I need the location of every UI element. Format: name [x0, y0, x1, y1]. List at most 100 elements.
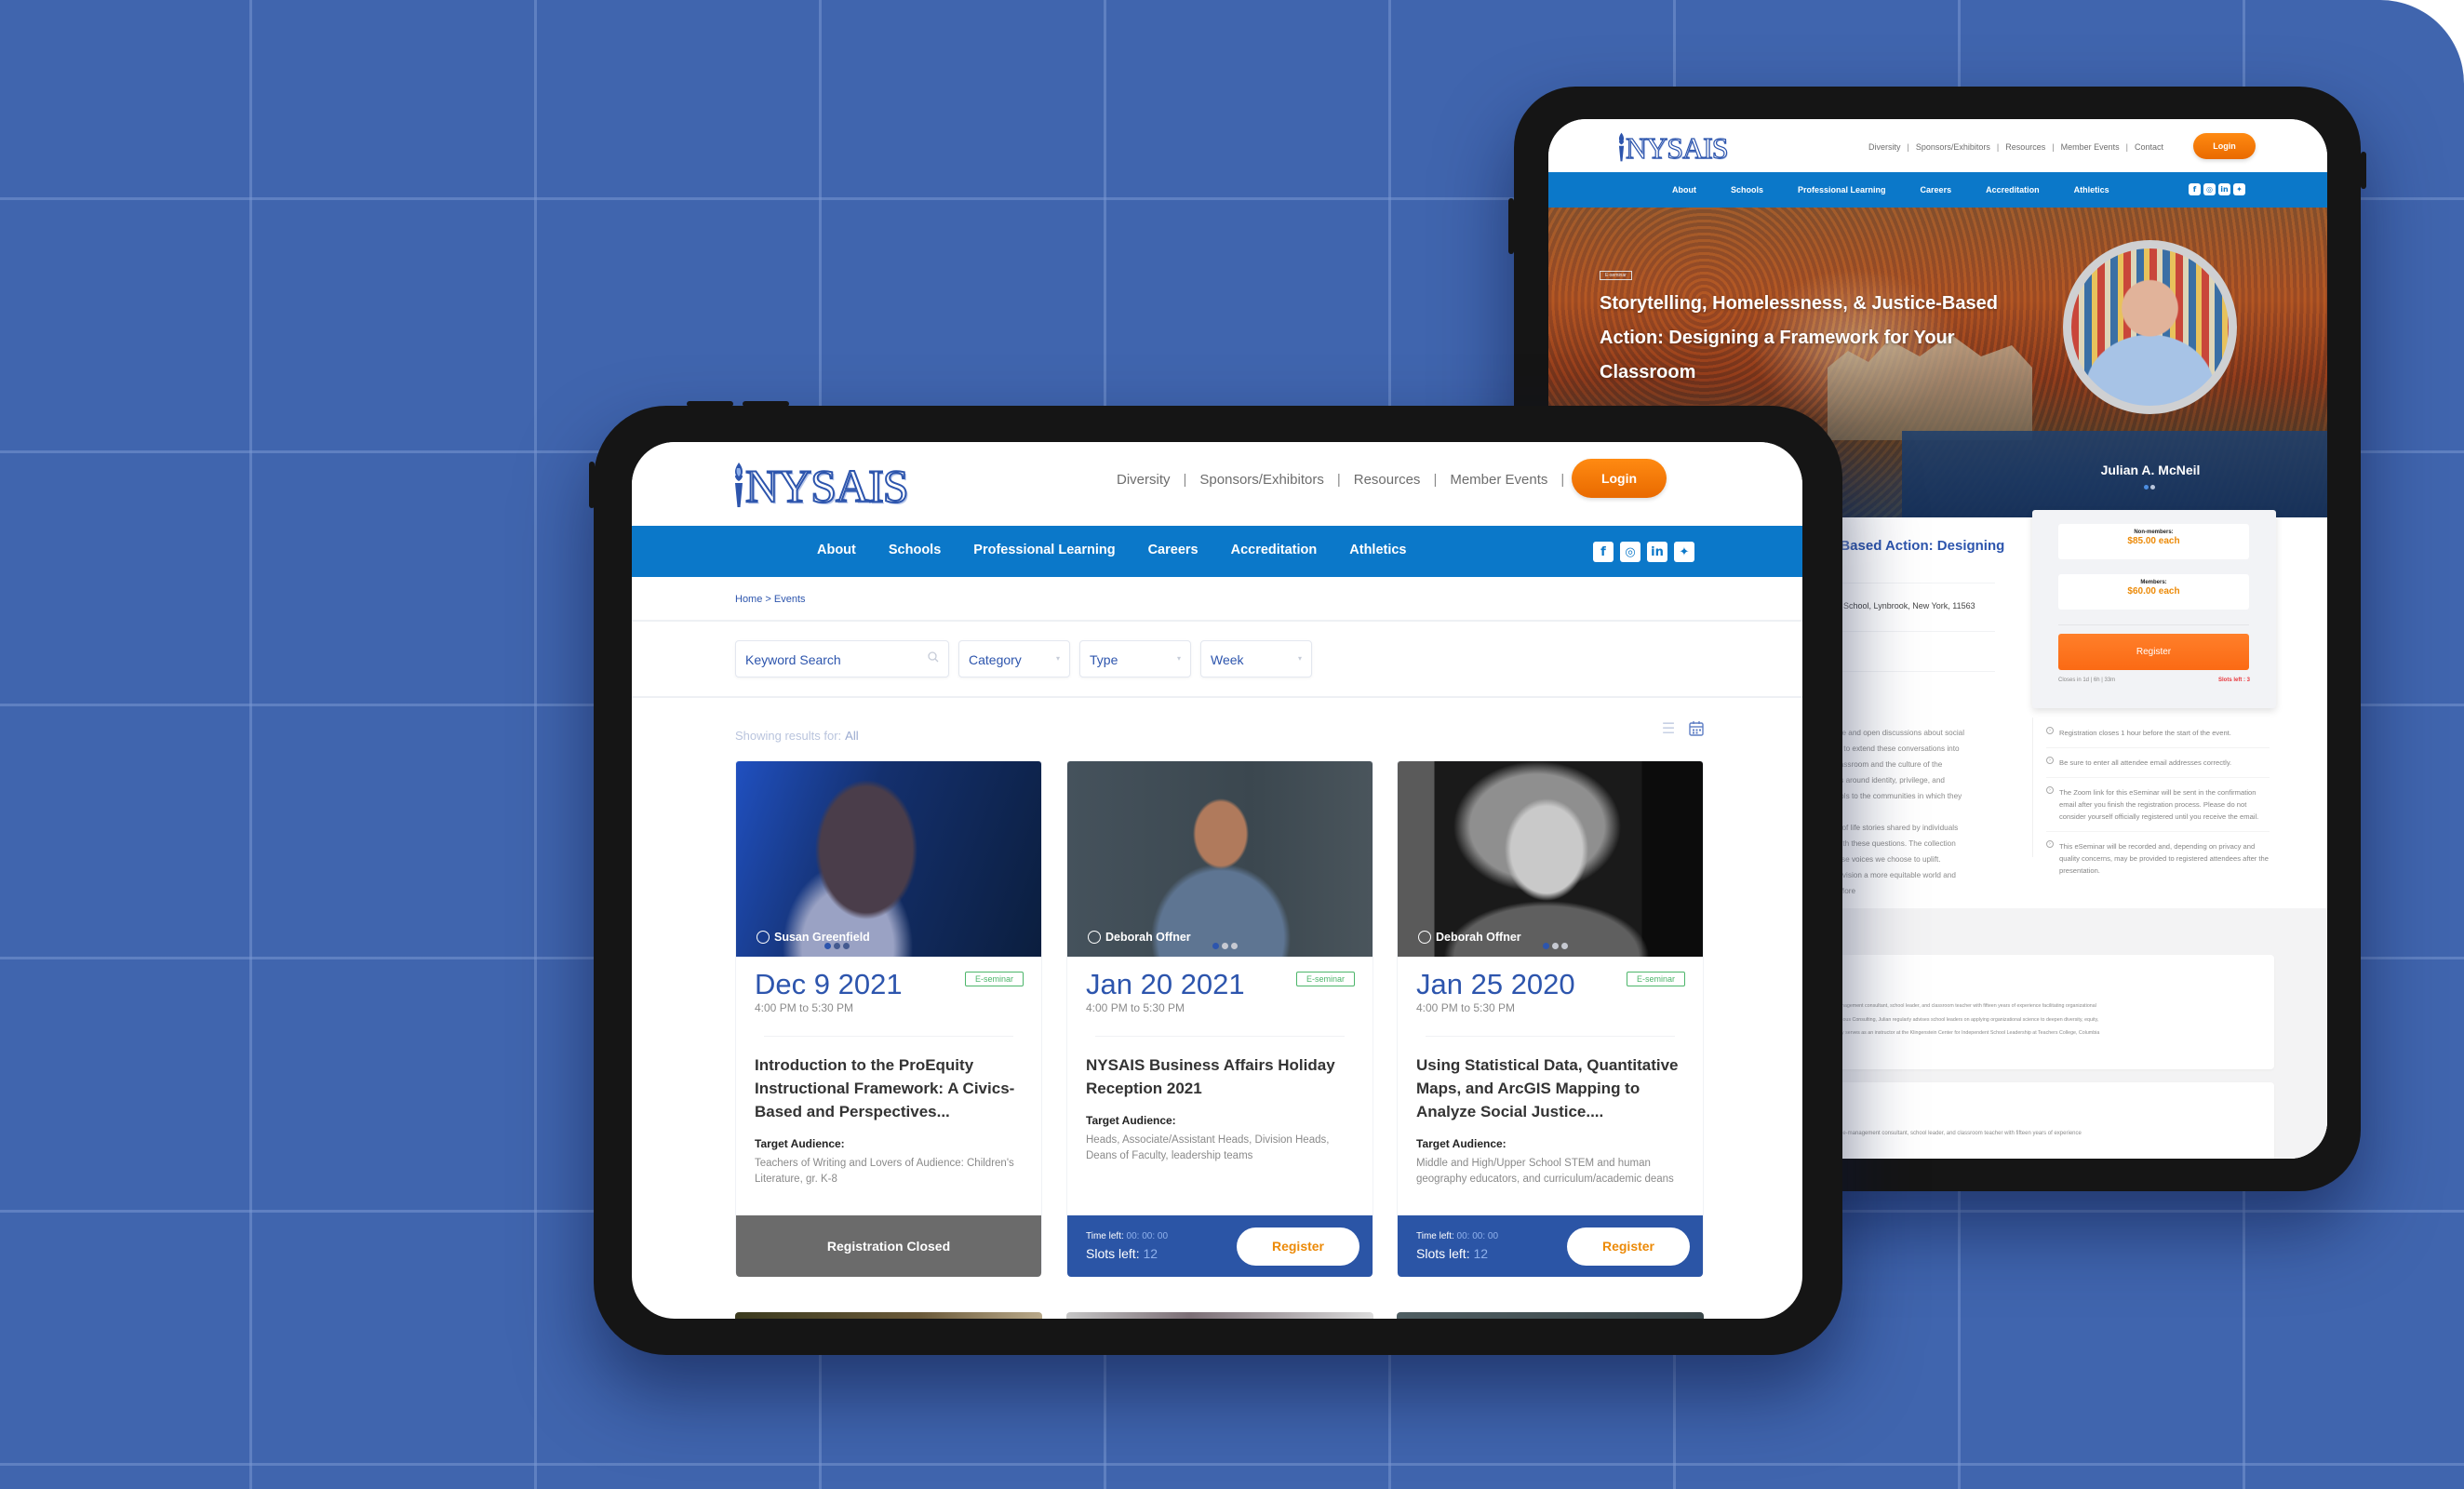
slots-left: Slots left: 12: [1416, 1246, 1488, 1261]
calendar-view-icon[interactable]: [1687, 719, 1706, 738]
info-icon: ›: [2046, 840, 2054, 848]
category-select[interactable]: Category ▾: [958, 640, 1070, 677]
nav-item-schools[interactable]: Schools: [1731, 185, 1763, 195]
nav-item-schools[interactable]: Schools: [889, 543, 941, 557]
util-link-sponsors[interactable]: Sponsors/Exhibitors: [1199, 472, 1323, 488]
carousel-dot[interactable]: [1552, 943, 1559, 949]
event-title[interactable]: NYSAIS Business Affairs Holiday Receptio…: [1086, 1053, 1354, 1100]
event-card[interactable]: Deborah Offner Jan 25 2020 4:00 PM to 5:…: [1397, 760, 1704, 1277]
carousel-dot[interactable]: [824, 943, 831, 949]
bio-line: change-management consultant, school lea…: [1828, 1131, 2082, 1136]
event-title[interactable]: Using Statistical Data, Quantitative Map…: [1416, 1053, 1684, 1123]
event-date: Jan 20 2021: [1086, 968, 1245, 1000]
description-line: how to extend these conversations into: [1828, 744, 1960, 753]
nav-item-accreditation[interactable]: Accreditation: [1986, 185, 2040, 195]
logo-wordmark: NYSAIS: [744, 460, 910, 512]
divider: [1426, 1036, 1675, 1037]
keyword-search-input[interactable]: Keyword Search: [735, 640, 949, 677]
price-amount: $85.00 each: [2127, 536, 2180, 546]
event-time: 4:00 PM to 5:30 PM: [755, 1001, 854, 1014]
divider: [1828, 583, 1995, 584]
nav-item-careers[interactable]: Careers: [1921, 185, 1952, 195]
instagram-icon[interactable]: ◎: [2203, 183, 2216, 195]
carousel-dot[interactable]: [834, 943, 840, 949]
price-label: Members:: [2140, 580, 2167, 585]
facebook-icon[interactable]: f: [2189, 183, 2201, 195]
divider: [1095, 1036, 1345, 1037]
util-link-member-events[interactable]: Member Events: [2061, 142, 2120, 152]
info-icon: ›: [2046, 786, 2054, 794]
event-card[interactable]: Susan Greenfield Dec 9 2021 4:00 PM to 5…: [735, 760, 1042, 1277]
nav-item-about[interactable]: About: [1672, 185, 1696, 195]
speaker-label: Deborah Offner: [1418, 931, 1521, 944]
type-select[interactable]: Type ▾: [1079, 640, 1191, 677]
instagram-icon[interactable]: ◎: [1620, 542, 1640, 562]
twitter-icon[interactable]: ✦: [2233, 183, 2245, 195]
target-audience: Teachers of Writing and Lovers of Audien…: [755, 1158, 1014, 1185]
nysais-logo[interactable]: NYSAIS: [1617, 131, 1729, 165]
nav-item-athletics[interactable]: Athletics: [1349, 543, 1406, 557]
price-label: Non-members:: [2134, 530, 2174, 535]
register-button[interactable]: Register: [1237, 1227, 1359, 1266]
carousel-dot[interactable]: [1561, 943, 1568, 949]
view-toggle: ☰: [1659, 719, 1706, 738]
results-summary: Showing results for: All: [735, 729, 859, 743]
carousel-dot[interactable]: [1222, 943, 1228, 949]
util-link-member-events[interactable]: Member Events: [1450, 472, 1547, 488]
twitter-icon[interactable]: ✦: [1674, 542, 1694, 562]
carousel-dot[interactable]: [1543, 943, 1549, 949]
carousel-dot[interactable]: [1212, 943, 1219, 949]
nav-item-careers[interactable]: Careers: [1148, 543, 1199, 557]
divider: [764, 1036, 1013, 1037]
nysais-logo[interactable]: NYSAIS: [732, 460, 910, 512]
target-audience-label: Target Audience:: [1416, 1137, 1507, 1150]
main-nav: About Schools Professional Learning Care…: [632, 526, 1802, 577]
event-card-next-row[interactable]: [735, 1312, 1042, 1319]
price-amount: $60.00 each: [2127, 586, 2180, 597]
speaker-bio-card: change-management consultant, school lea…: [1828, 1082, 2274, 1159]
hero-event-title: Storytelling, Homelessness, & Justice-Ba…: [1600, 293, 1998, 382]
nav-item-athletics[interactable]: Athletics: [2074, 185, 2109, 195]
event-type-tag: E-seminar: [1626, 972, 1685, 986]
login-button[interactable]: Login: [1572, 459, 1667, 498]
util-link-resources[interactable]: Resources: [2005, 142, 2045, 152]
select-value: Category: [969, 652, 1022, 667]
linkedin-icon[interactable]: in: [1647, 542, 1667, 562]
util-link-diversity[interactable]: Diversity: [1117, 472, 1171, 488]
nav-item-professional-learning[interactable]: Professional Learning: [973, 543, 1115, 557]
carousel-dot[interactable]: [2144, 485, 2149, 490]
list-view-icon[interactable]: ☰: [1659, 719, 1678, 738]
facebook-icon[interactable]: f: [1593, 542, 1614, 562]
read-more-link[interactable]: ad More: [1828, 883, 2014, 899]
description-line: tions around identity, privilege, and: [1828, 776, 1945, 785]
register-button[interactable]: Register: [2058, 634, 2249, 670]
event-title[interactable]: Introduction to the ProEquity Instructio…: [755, 1053, 1023, 1123]
carousel-dot[interactable]: [1231, 943, 1238, 949]
note-item: › This eSeminar will be recorded and, dep…: [2046, 840, 2270, 885]
event-title: e-Based Action: Designing: [1828, 538, 2005, 554]
register-button[interactable]: Register: [1567, 1227, 1690, 1266]
event-card-next-row[interactable]: [1066, 1312, 1373, 1319]
carousel-dot[interactable]: [843, 943, 850, 949]
carousel-dot[interactable]: [2150, 485, 2155, 490]
event-card-next-row[interactable]: [1397, 1312, 1704, 1319]
login-button[interactable]: Login: [2193, 133, 2256, 159]
site-header: NYSAIS Diversity | Sponsors/Exhibitors | R…: [632, 442, 1802, 526]
nav-item-about[interactable]: About: [817, 543, 856, 557]
util-link-sponsors[interactable]: Sponsors/Exhibitors: [1916, 142, 1990, 152]
nav-item-accreditation[interactable]: Accreditation: [1231, 543, 1318, 557]
speaker-bio-card: ker) ge-management consultant, school le…: [1828, 955, 2274, 1069]
carousel-dots: [1543, 943, 1568, 949]
event-card[interactable]: Deborah Offner Jan 20 2021 4:00 PM to 5:…: [1066, 760, 1373, 1277]
description-line: o envision a more equitable world and: [1828, 871, 1956, 879]
linkedin-icon[interactable]: in: [2218, 183, 2230, 195]
slots-left-value: 12: [1143, 1246, 1158, 1261]
week-select[interactable]: Week ▾: [1200, 640, 1312, 677]
logo-wordmark: NYSAIS: [1625, 131, 1729, 165]
util-link-resources[interactable]: Resources: [1354, 472, 1421, 488]
event-location: ace School, Lynbrook, New York, 11563: [1828, 601, 1975, 610]
nav-item-professional-learning[interactable]: Professional Learning: [1798, 185, 1886, 195]
util-link-contact[interactable]: Contact: [2135, 142, 2163, 152]
breadcrumb[interactable]: Home > Events: [735, 594, 806, 605]
util-link-diversity[interactable]: Diversity: [1868, 142, 1901, 152]
